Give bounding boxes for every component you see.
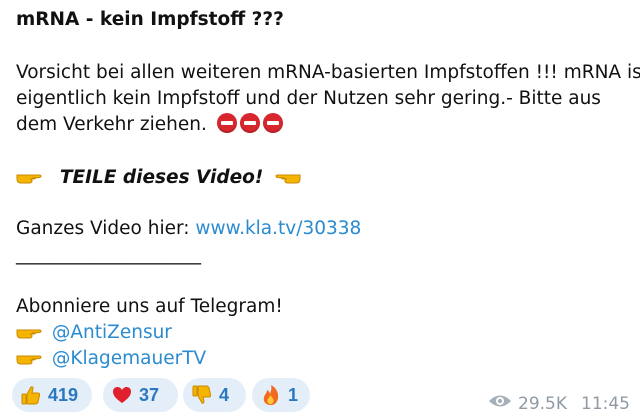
- no-entry-icon: [216, 113, 237, 133]
- no-entry-icon: [239, 113, 260, 133]
- reaction-count: 37: [139, 384, 160, 405]
- share-line: TEILE dieses Video!: [16, 165, 301, 195]
- message-bubble: mRNA - kein Impfstoff ??? Vorsicht bei a…: [0, 0, 640, 420]
- pointing-right-icon: [16, 348, 42, 376]
- channel-line-2: @KlagemauerTV: [16, 346, 206, 376]
- pointing-left-icon: [275, 167, 301, 195]
- stop-sign-icons: [216, 113, 286, 135]
- body-line-3: dem Verkehr ziehen.: [16, 112, 286, 138]
- channel-link-klagemauertv[interactable]: @KlagemauerTV: [52, 348, 206, 369]
- message-meta: 29.5K 11:45: [488, 393, 630, 414]
- pointing-right-icon: [16, 167, 42, 195]
- no-entry-icon: [262, 113, 283, 133]
- view-count: 29.5K: [518, 393, 567, 414]
- video-link[interactable]: www.kla.tv/30338: [195, 218, 361, 239]
- subscribe-text: Abonniere uns auf Telegram!: [16, 296, 283, 317]
- reaction-thumbs-up[interactable]: 419: [12, 378, 92, 412]
- heart-icon: [111, 384, 133, 406]
- reaction-thumbs-down[interactable]: 4: [183, 378, 246, 412]
- body-line-2: eigentlich kein Impfstoff und der Nutzen…: [16, 88, 601, 109]
- eye-icon: [488, 393, 512, 414]
- thumbs-up-icon: [20, 384, 42, 406]
- share-text: TEILE dieses Video!: [59, 167, 264, 188]
- fire-icon: [260, 384, 282, 406]
- reaction-count: 4: [219, 384, 230, 405]
- reaction-count: 419: [48, 384, 79, 405]
- channel-link-antizensur[interactable]: @AntiZensur: [52, 322, 172, 343]
- video-label: Ganzes Video hier:: [16, 218, 196, 239]
- reaction-count: 1: [288, 384, 299, 405]
- post-title: mRNA - kein Impfstoff ???: [16, 9, 284, 30]
- separator-line: ____________________: [16, 244, 201, 265]
- body-line-1: Vorsicht bei allen weiteren mRNA-basiert…: [16, 62, 640, 83]
- body-line-3-text: dem Verkehr ziehen.: [16, 114, 207, 135]
- video-line: Ganzes Video hier: www.kla.tv/30338: [16, 216, 361, 242]
- timestamp: 11:45: [581, 393, 630, 414]
- reaction-fire[interactable]: 1: [252, 378, 310, 412]
- reaction-heart[interactable]: 37: [103, 378, 178, 412]
- thumbs-down-icon: [191, 384, 213, 406]
